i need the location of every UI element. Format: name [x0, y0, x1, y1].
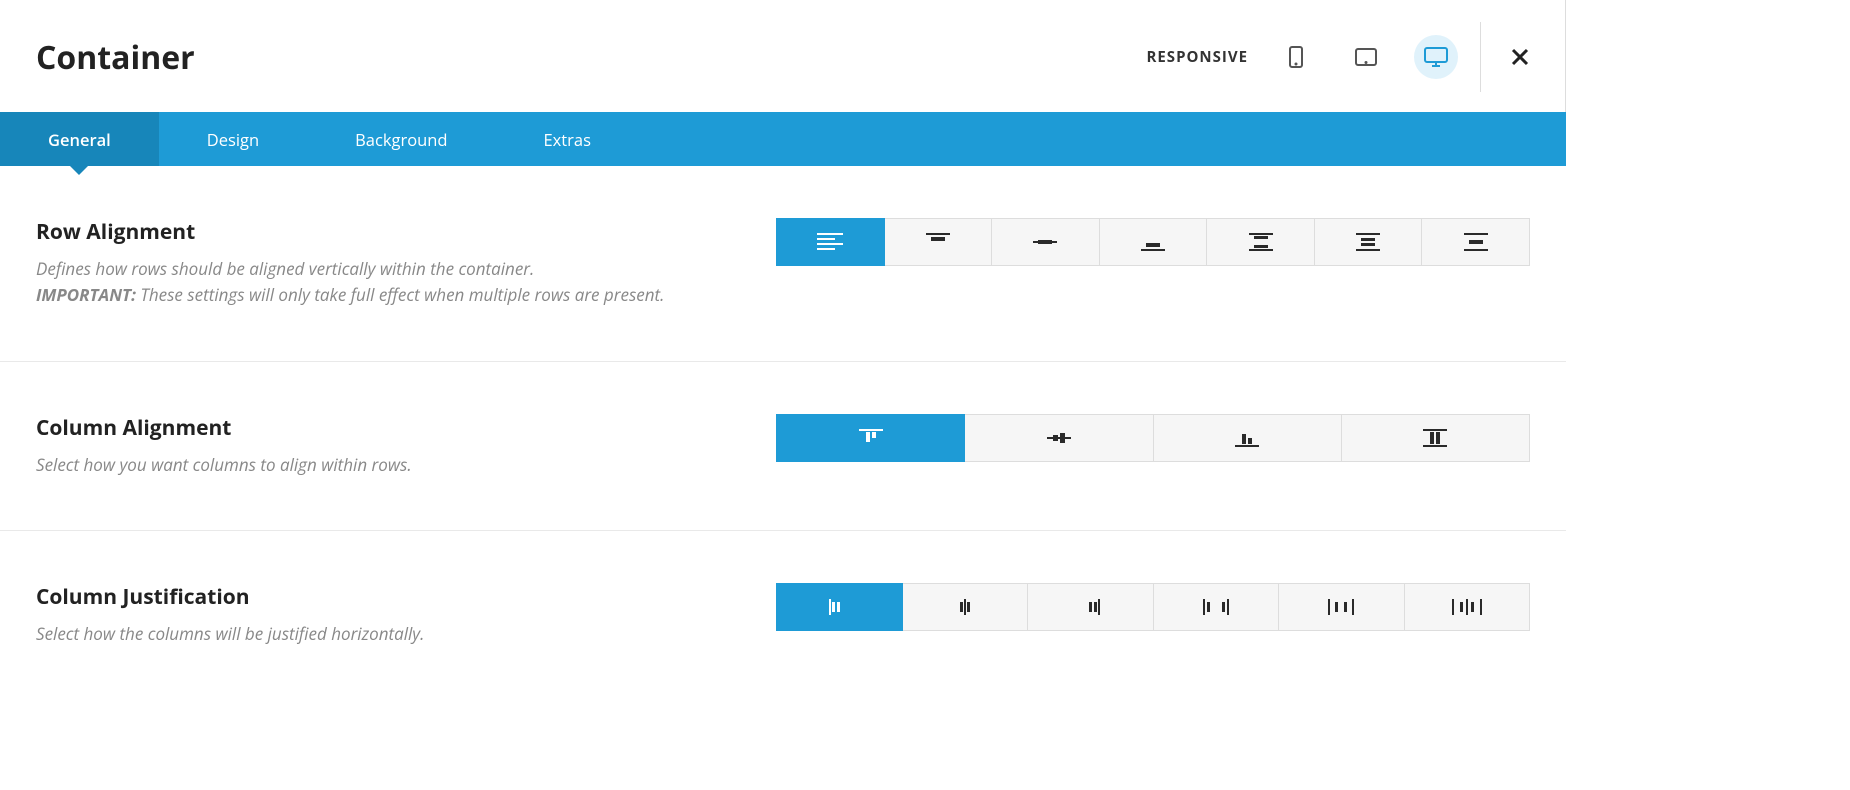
close-button[interactable] [1505, 42, 1535, 72]
align-space-around-icon [1356, 232, 1380, 252]
justify-space-evenly-icon [1450, 596, 1484, 618]
section-desc: Select how the columns will be justified… [36, 621, 736, 647]
justify-start-icon [826, 596, 852, 618]
page-title: Container [36, 36, 195, 79]
responsive-label: RESPONSIVE [1147, 47, 1249, 67]
column-justification-group [776, 583, 1530, 647]
section-column-justification: Column Justification Select how the colu… [0, 531, 1566, 699]
device-mobile-button[interactable] [1274, 35, 1318, 79]
align-bottom-icon [1141, 232, 1165, 252]
tab-design[interactable]: Design [159, 112, 307, 166]
section-title: Column Justification [36, 583, 736, 611]
section-desc: Defines how rows should be aligned verti… [36, 256, 736, 309]
row-align-center[interactable] [992, 218, 1100, 266]
tab-label: Design [207, 128, 259, 151]
col-bottom-icon [1235, 427, 1259, 449]
justify-space-around-icon [1326, 596, 1356, 618]
column-alignment-group [776, 414, 1530, 478]
row-align-stretch[interactable] [776, 218, 885, 266]
col-justify-space-around[interactable] [1279, 583, 1405, 631]
col-align-top[interactable] [776, 414, 965, 462]
align-space-evenly-icon [1464, 232, 1488, 252]
align-center-icon [1033, 232, 1057, 252]
tab-background[interactable]: Background [307, 112, 495, 166]
align-top-icon [926, 232, 950, 252]
desktop-icon [1423, 46, 1449, 68]
device-desktop-button[interactable] [1414, 35, 1458, 79]
justify-center-icon [952, 596, 978, 618]
section-title: Column Alignment [36, 414, 736, 442]
row-align-top[interactable] [885, 218, 993, 266]
device-tablet-button[interactable] [1344, 35, 1388, 79]
tab-label: Extras [544, 128, 591, 151]
col-justify-center[interactable] [903, 583, 1029, 631]
tab-general[interactable]: General [0, 112, 159, 166]
row-align-bottom[interactable] [1100, 218, 1208, 266]
mobile-icon [1287, 45, 1305, 69]
tab-label: Background [355, 128, 447, 151]
col-align-bottom[interactable] [1154, 414, 1342, 462]
section-desc: Select how you want columns to align wit… [36, 452, 736, 478]
col-top-icon [859, 427, 883, 449]
row-align-space-evenly[interactable] [1422, 218, 1530, 266]
header: Container RESPONSIVE [0, 0, 1566, 112]
col-align-stretch[interactable] [1342, 414, 1530, 462]
align-space-between-icon [1249, 232, 1273, 252]
row-align-space-around[interactable] [1315, 218, 1423, 266]
section-column-alignment: Column Alignment Select how you want col… [0, 362, 1566, 531]
tab-extras[interactable]: Extras [496, 112, 639, 166]
row-align-space-between[interactable] [1207, 218, 1315, 266]
col-align-center[interactable] [965, 414, 1153, 462]
col-justify-space-evenly[interactable] [1405, 583, 1531, 631]
tabs: General Design Background Extras [0, 112, 1566, 166]
col-justify-space-between[interactable] [1154, 583, 1280, 631]
tab-label: General [48, 128, 111, 151]
section-title: Row Alignment [36, 218, 736, 246]
col-stretch-icon [1423, 427, 1447, 449]
responsive-group: RESPONSIVE [1147, 35, 1459, 79]
justify-end-icon [1077, 596, 1103, 618]
section-row-alignment: Row Alignment Defines how rows should be… [0, 166, 1566, 362]
justify-space-between-icon [1201, 596, 1231, 618]
divider [1480, 22, 1481, 92]
row-alignment-group [776, 218, 1530, 309]
close-icon [1510, 47, 1530, 67]
tablet-icon [1354, 46, 1378, 68]
align-stretch-icon [817, 232, 843, 252]
col-justify-start[interactable] [776, 583, 903, 631]
col-center-icon [1047, 427, 1071, 449]
col-justify-end[interactable] [1028, 583, 1154, 631]
